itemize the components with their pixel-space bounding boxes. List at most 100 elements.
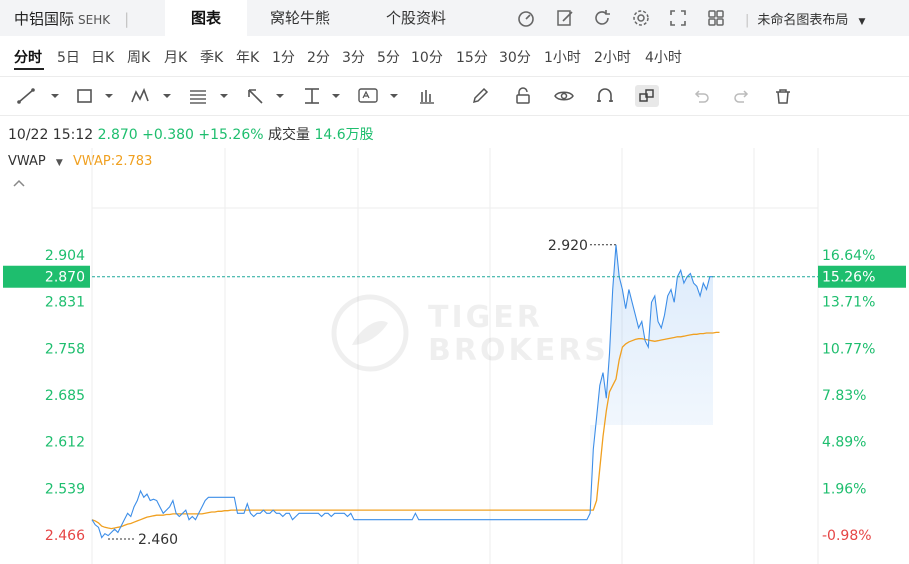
- y-tick-label-left: 2.612: [45, 435, 85, 451]
- low-label: 2.460: [138, 532, 178, 548]
- settings-icon[interactable]: [631, 8, 651, 28]
- stock-name: 中铝国际: [14, 10, 75, 28]
- current-price-text-left: 2.870: [45, 270, 85, 286]
- y-tick-label-left: 2.831: [45, 295, 85, 311]
- y-tick-label-right: 10.77%: [822, 341, 875, 357]
- quote-info: 10/22 15:12 2.870 +0.380 +15.26% 成交量 14.…: [8, 124, 374, 144]
- measure-tool-icon[interactable]: [301, 86, 323, 106]
- speedometer-icon[interactable]: [516, 8, 536, 28]
- dropdown-arrow-icon[interactable]: [325, 86, 347, 106]
- watermark: TIGER BROKERS: [331, 294, 609, 372]
- tab-chart[interactable]: 图表: [165, 0, 247, 36]
- period-monthly[interactable]: 月K: [164, 47, 187, 67]
- text-tool-icon[interactable]: [357, 86, 379, 106]
- period-5min[interactable]: 5分: [377, 47, 400, 67]
- current-price-badge-left: [3, 265, 90, 288]
- period-30min[interactable]: 30分: [499, 47, 531, 67]
- lock-icon[interactable]: [512, 86, 534, 106]
- y-tick-label-left: 2.466: [45, 528, 85, 544]
- layout-selector[interactable]: | 未命名图表布局 ▼: [745, 9, 865, 28]
- undo-icon[interactable]: [690, 86, 712, 106]
- y-tick-label-right: -0.98%: [822, 528, 872, 544]
- svg-text:BROKERS: BROKERS: [428, 333, 609, 368]
- period-daily[interactable]: 日K: [91, 47, 114, 67]
- tab-warrants[interactable]: 窝轮牛熊: [250, 0, 350, 36]
- link-icon[interactable]: [635, 85, 659, 107]
- dropdown-arrow-icon[interactable]: [44, 86, 66, 106]
- period-10min[interactable]: 10分: [411, 47, 443, 67]
- fibonacci-tool-icon[interactable]: [187, 86, 209, 106]
- dropdown-arrow-icon[interactable]: [156, 86, 178, 106]
- period-1hour[interactable]: 1小时: [544, 47, 581, 67]
- current-price-text-right: 15.26%: [822, 270, 875, 286]
- y-tick-label-right: 13.71%: [822, 295, 875, 311]
- pencil-icon[interactable]: [470, 86, 492, 106]
- period-5d[interactable]: 5日: [57, 47, 80, 67]
- arrow-tool-icon[interactable]: [245, 86, 267, 106]
- period-1min[interactable]: 1分: [272, 47, 295, 67]
- chart-grid: [91, 148, 819, 564]
- vwap-value: VWAP:2.783: [72, 154, 153, 169]
- dropdown-arrow-icon[interactable]: [269, 86, 291, 106]
- y-tick-label-right: 1.96%: [822, 481, 866, 497]
- period-yearly[interactable]: 年K: [236, 47, 259, 67]
- period-2min[interactable]: 2分: [307, 47, 330, 67]
- quote-change-pct: +15.26%: [198, 127, 264, 143]
- refresh-icon[interactable]: [592, 8, 612, 28]
- rectangle-tool-icon[interactable]: [74, 86, 96, 106]
- high-label: 2.920: [548, 238, 588, 254]
- layout-divider: |: [745, 13, 750, 28]
- period-3min[interactable]: 3分: [342, 47, 365, 67]
- exchange-code: SEHK: [78, 13, 111, 27]
- edit-icon[interactable]: [555, 8, 575, 28]
- quote-price: 2.870: [97, 127, 138, 143]
- layout-name: 未命名图表布局: [757, 13, 849, 28]
- current-price-badge-right: [818, 265, 906, 288]
- price-line: [91, 244, 713, 539]
- period-selector: 分时 5日 日K 周K 月K 季K 年K 1分 2分 3分 5分 10分 15分…: [0, 36, 909, 77]
- volume-label: 成交量: [268, 127, 310, 143]
- title-divider: |: [124, 10, 130, 28]
- volume-value: 14.6万股: [314, 127, 374, 143]
- redo-icon[interactable]: [731, 86, 753, 106]
- svg-text:TIGER: TIGER: [428, 300, 543, 335]
- chevron-down-icon: ▼: [858, 17, 866, 27]
- y-tick-label-right: 16.64%: [822, 248, 875, 264]
- grid-layout-icon[interactable]: [706, 8, 726, 28]
- vwap-legend[interactable]: VWAP ▼ VWAP:2.783: [8, 154, 152, 169]
- active-period-underline: [14, 68, 44, 70]
- period-4hour[interactable]: 4小时: [645, 47, 682, 67]
- magnet-icon[interactable]: [594, 86, 616, 106]
- drawing-toolbar: [0, 77, 909, 116]
- price-area: [590, 244, 713, 514]
- y-tick-label-left: 2.685: [45, 388, 85, 404]
- dropdown-arrow-icon[interactable]: [383, 86, 405, 106]
- line-tool-icon[interactable]: [16, 86, 38, 106]
- tab-stock-profile[interactable]: 个股资料: [366, 0, 466, 36]
- quote-change: +0.380: [142, 127, 194, 143]
- chart-axes: 2.904 16.64% 2.831 13.71% 2.758 10.77% 2.685 7.…: [3, 238, 906, 548]
- period-quarterly[interactable]: 季K: [200, 47, 223, 67]
- indicator-icon[interactable]: [417, 86, 439, 106]
- chart-series: [91, 244, 818, 539]
- dropdown-arrow-icon[interactable]: [98, 86, 120, 106]
- vwap-line: [91, 331, 720, 530]
- period-15min[interactable]: 15分: [456, 47, 488, 67]
- y-tick-label-left: 2.539: [45, 481, 85, 497]
- vwap-label: VWAP: [8, 154, 46, 169]
- dropdown-arrow-icon[interactable]: ▼: [56, 158, 63, 168]
- y-tick-label-right: 4.89%: [822, 435, 866, 451]
- period-weekly[interactable]: 周K: [127, 47, 150, 67]
- y-tick-label-right: 7.83%: [822, 388, 866, 404]
- trash-icon[interactable]: [772, 86, 794, 106]
- y-tick-label-left: 2.758: [45, 341, 85, 357]
- y-tick-label-left: 2.904: [45, 248, 85, 264]
- eye-icon[interactable]: [553, 86, 575, 106]
- dropdown-arrow-icon[interactable]: [213, 86, 235, 106]
- wave-tool-icon[interactable]: [130, 86, 152, 106]
- fullscreen-icon[interactable]: [668, 8, 688, 28]
- quote-datetime: 10/22 15:12: [8, 127, 94, 143]
- collapse-chevron-icon[interactable]: [12, 178, 26, 188]
- period-2hour[interactable]: 2小时: [594, 47, 631, 67]
- period-intraday[interactable]: 分时: [14, 47, 42, 67]
